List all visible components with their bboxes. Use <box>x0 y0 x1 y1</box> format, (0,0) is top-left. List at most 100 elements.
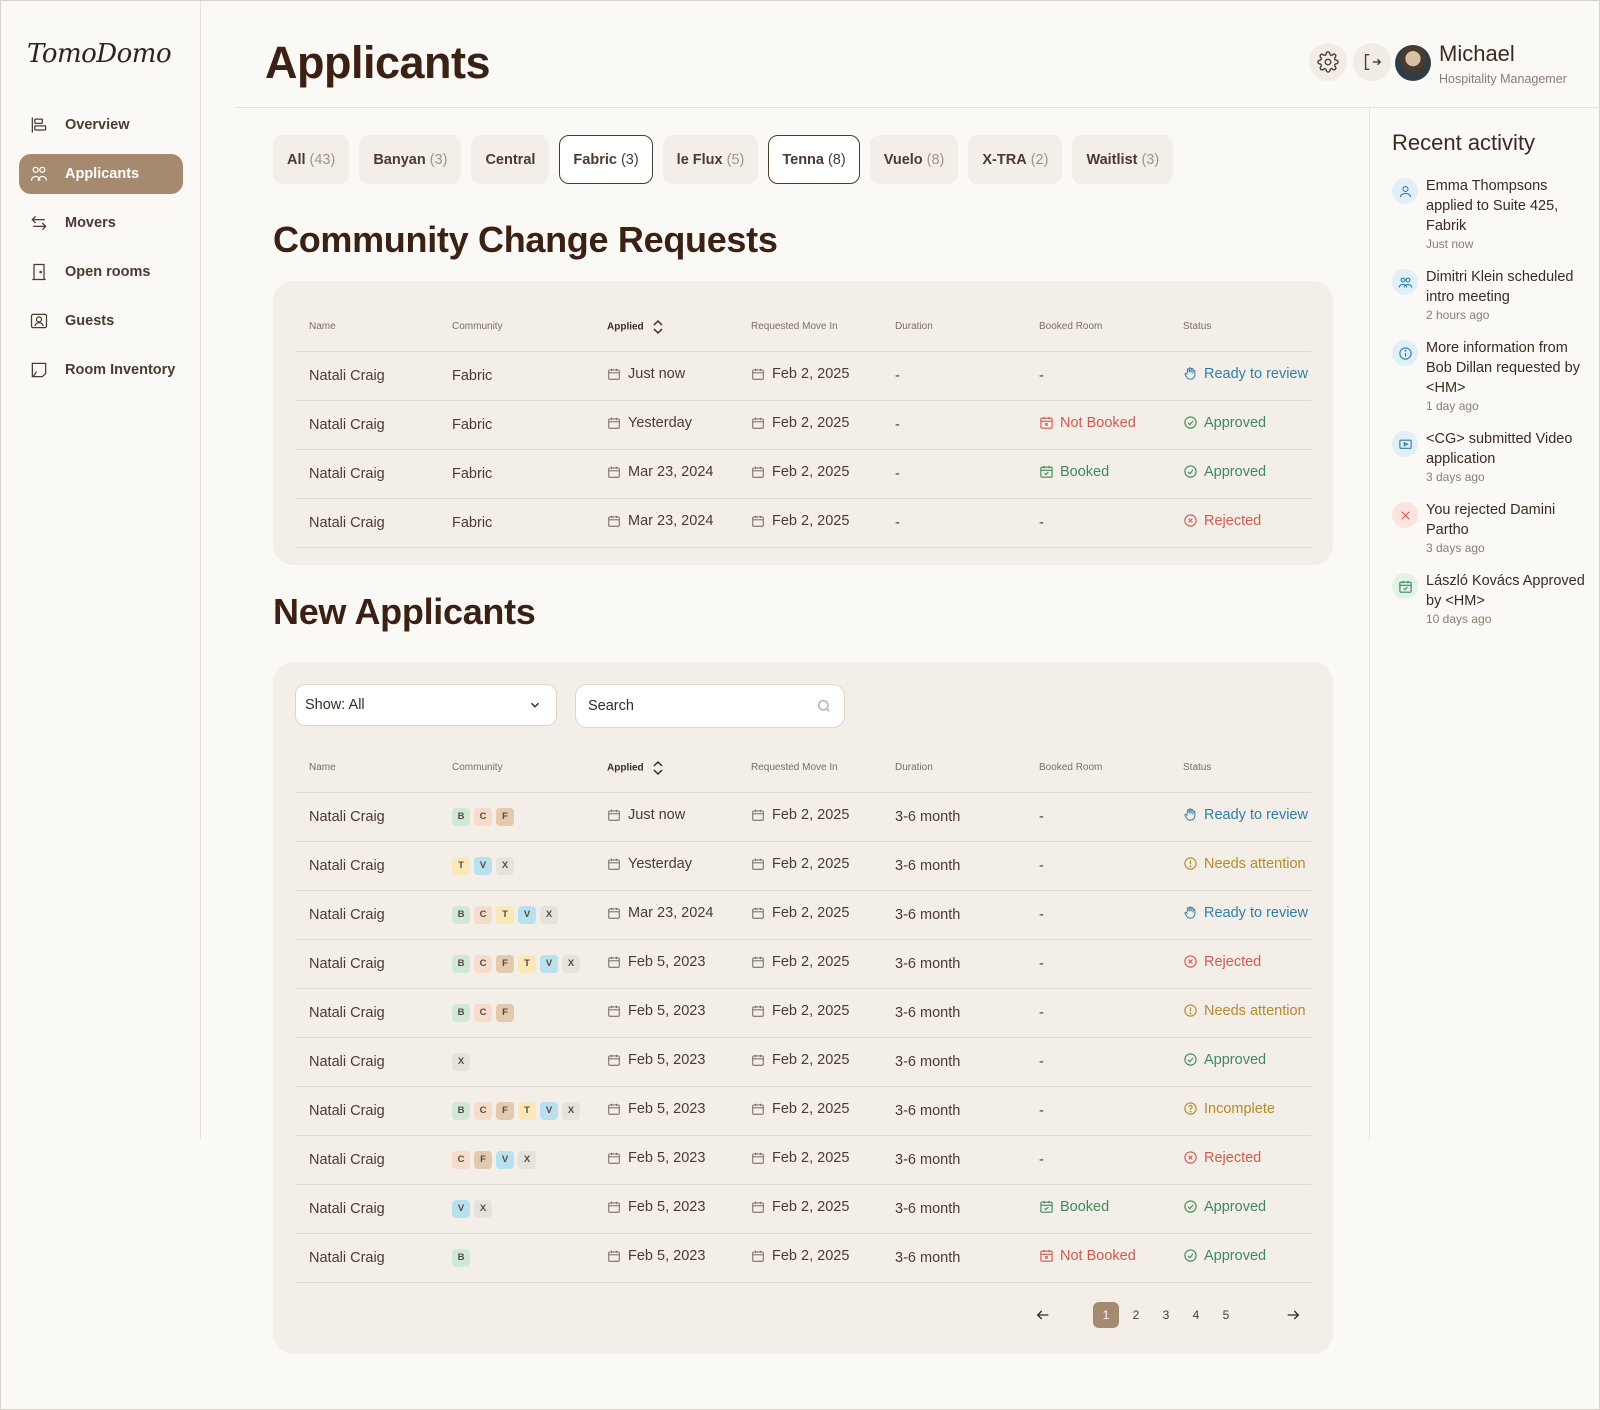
table-row[interactable]: Natali Craig C F V X Feb 5, 2023 Feb 2, 2025 3-… <box>295 1135 1311 1185</box>
tab-count: (3) <box>429 151 448 168</box>
table-row[interactable]: Natali Craig B C T V X Mar 23, 2024 Feb 2, 2025… <box>295 890 1311 940</box>
logout-button[interactable] <box>1353 43 1391 81</box>
sort-icon[interactable] <box>652 760 664 776</box>
table-row[interactable]: Natali Craig V X Feb 5, 2023 Feb 2, 2025 3-6 … <box>295 1184 1311 1234</box>
table-row[interactable]: Natali Craig Fabric Yesterday Feb 2, 2025 - N… <box>295 400 1311 450</box>
applied-date: Mar 23, 2024 <box>607 464 713 480</box>
activity-item[interactable]: László Kovács Approved by <HM> 10 days ag… <box>1392 571 1592 626</box>
sidebar-item-movers[interactable]: Movers <box>19 203 183 243</box>
activity-item[interactable]: More information from Bob Dillan request… <box>1392 338 1592 413</box>
tab-banyan[interactable]: Banyan (3) <box>359 135 462 184</box>
status-badge[interactable]: Needs attention <box>1183 1003 1306 1019</box>
tab-central[interactable]: Central <box>471 135 550 184</box>
status-badge[interactable]: Rejected <box>1183 954 1261 970</box>
table-row[interactable]: Natali Craig Fabric Mar 23, 2024 Feb 2, 202… <box>295 449 1311 499</box>
page-button[interactable]: 3 <box>1153 1302 1179 1328</box>
column-header-applied[interactable]: Applied <box>593 744 737 793</box>
next-page-button[interactable] <box>1281 1303 1305 1327</box>
applied-cell: Mar 23, 2024 <box>593 890 737 940</box>
applied-date-text: Feb 5, 2023 <box>628 1101 706 1117</box>
table-row[interactable]: Natali Craig B C F Just now Feb 2, 2025 3-6 mo… <box>295 792 1311 842</box>
page-button[interactable]: 5 <box>1213 1302 1239 1328</box>
table-row[interactable]: Natali Craig B C F T V X Feb 5, 2023 Feb 2, 2025… <box>295 1086 1311 1136</box>
calendar-icon <box>751 1151 772 1165</box>
community-chips: B <box>452 1248 470 1267</box>
page-button[interactable]: 1 <box>1093 1302 1119 1328</box>
tab-tenna[interactable]: Tenna (8) <box>768 135 860 184</box>
column-header-applied[interactable]: Applied <box>593 303 737 352</box>
sidebar-item-applicants[interactable]: Applicants <box>19 154 183 194</box>
activity-item[interactable]: Dimitri Klein scheduled intro meeting 2 h… <box>1392 267 1592 322</box>
status-cell: Rejected <box>1169 939 1311 989</box>
tab-fabric[interactable]: Fabric (3) <box>559 135 653 184</box>
status-badge[interactable]: Incomplete <box>1183 1101 1275 1117</box>
x-icon <box>1392 502 1418 528</box>
page-button[interactable]: 2 <box>1123 1302 1149 1328</box>
status-text: Ready to review <box>1204 806 1308 823</box>
status-badge[interactable]: Ready to review <box>1183 807 1308 823</box>
activity-item[interactable]: Emma Thompsons applied to Suite 425, Fab… <box>1392 176 1592 251</box>
sort-icon[interactable] <box>652 319 664 335</box>
table-row[interactable]: Natali Craig Fabric Just now Feb 2, 2025 - - R… <box>295 351 1311 401</box>
status-cell: Approved <box>1169 1233 1311 1283</box>
move-in-cell: Feb 2, 2025 <box>737 1086 881 1136</box>
activity-item[interactable]: <CG> submitted Video application 3 days a… <box>1392 429 1592 484</box>
calendar-icon <box>607 1151 628 1165</box>
logout-icon <box>1364 53 1382 71</box>
activity-text: More information from Bob Dillan request… <box>1426 340 1580 396</box>
table-row[interactable]: Natali Craig Fabric Mar 23, 2024 Feb 2, 202… <box>295 498 1311 548</box>
tab-all[interactable]: All (43) <box>273 135 350 184</box>
name-cell: Natali Craig <box>295 449 438 499</box>
table-row[interactable]: Natali Craig B C F T V X Feb 5, 2023 Feb 2, 2025… <box>295 939 1311 989</box>
table-row[interactable]: Natali Craig B C F Feb 5, 2023 Feb 2, 2025 3-6… <box>295 988 1311 1038</box>
table-row[interactable]: Natali Craig X Feb 5, 2023 Feb 2, 2025 3-6 m… <box>295 1037 1311 1087</box>
calendar-icon <box>607 514 628 528</box>
table-row[interactable]: Natali Craig T V X Yesterday Feb 2, 2025 3-6 m… <box>295 841 1311 891</box>
search-icon[interactable] <box>816 698 832 714</box>
rejected-icon <box>1183 1150 1204 1165</box>
duration-cell: 3-6 month <box>881 988 1025 1038</box>
community-chip: B <box>452 954 470 973</box>
calendar-icon <box>751 1102 772 1116</box>
table-row[interactable]: Natali Craig B Feb 5, 2023 Feb 2, 2025 3-6 m… <box>295 1233 1311 1283</box>
status-badge[interactable]: Rejected <box>1183 513 1261 529</box>
sidebar-item-overview[interactable]: Overview <box>19 105 183 145</box>
settings-button[interactable] <box>1309 43 1347 81</box>
status-badge[interactable]: Approved <box>1183 1052 1266 1068</box>
show-filter-select[interactable]: Show: All <box>295 684 557 726</box>
search-input[interactable] <box>588 698 788 714</box>
applied-date: Mar 23, 2024 <box>607 905 713 921</box>
move-in-cell: Feb 2, 2025 <box>737 449 881 499</box>
avatar[interactable] <box>1395 45 1431 81</box>
prev-page-button[interactable] <box>1031 1303 1055 1327</box>
status-badge[interactable]: Approved <box>1183 1248 1266 1264</box>
applied-cell: Feb 5, 2023 <box>593 1037 737 1087</box>
community-cell: BCFTVX <box>438 1086 593 1136</box>
status-badge[interactable]: Approved <box>1183 1199 1266 1215</box>
community-chip: V <box>540 954 558 973</box>
tab-le-flux[interactable]: le Flux (5) <box>662 135 759 184</box>
tab-vuelo[interactable]: Vuelo (8) <box>869 135 959 184</box>
tab-x-tra[interactable]: X-TRA (2) <box>968 135 1063 184</box>
sidebar-item-room-inventory[interactable]: Room Inventory <box>19 350 183 390</box>
community-chip: B <box>452 1003 470 1022</box>
booked-room-cell: - <box>1025 792 1169 842</box>
review-icon <box>1183 905 1204 920</box>
status-badge[interactable]: Ready to review <box>1183 905 1308 921</box>
page-button[interactable]: 4 <box>1183 1302 1209 1328</box>
sidebar-item-guests[interactable]: Guests <box>19 301 183 341</box>
booked-room-text: - <box>1039 1102 1044 1119</box>
activity-item[interactable]: You rejected Damini Partho 3 days ago <box>1392 500 1592 555</box>
applied-date: Feb 5, 2023 <box>607 1052 705 1068</box>
status-badge[interactable]: Approved <box>1183 415 1266 431</box>
tab-waitlist[interactable]: Waitlist (3) <box>1072 135 1174 184</box>
move-in-cell: Feb 2, 2025 <box>737 890 881 940</box>
sidebar-nav: Overview Applicants Movers Open rooms Guests… <box>19 105 183 399</box>
status-badge[interactable]: Needs attention <box>1183 856 1306 872</box>
status-badge[interactable]: Approved <box>1183 464 1266 480</box>
applied-date-text: Mar 23, 2024 <box>628 905 714 921</box>
sidebar-item-open-rooms[interactable]: Open rooms <box>19 252 183 292</box>
status-badge[interactable]: Ready to review <box>1183 366 1308 382</box>
status-text: Needs attention <box>1204 1002 1306 1019</box>
status-badge[interactable]: Rejected <box>1183 1150 1261 1166</box>
